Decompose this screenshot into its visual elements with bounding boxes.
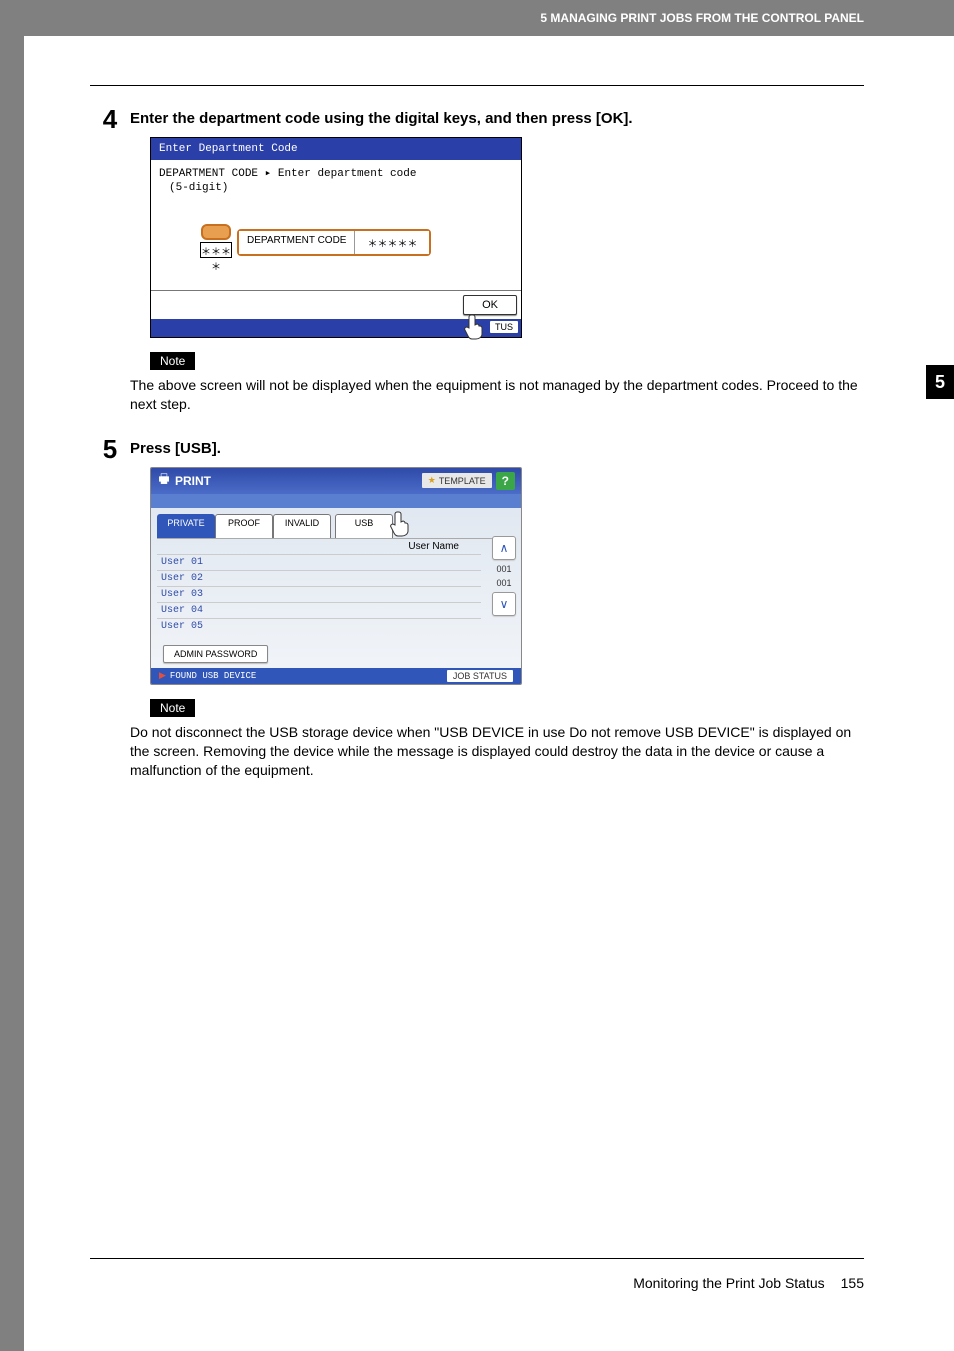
printer-icon (157, 472, 171, 489)
template-button-label: TEMPLATE (439, 476, 486, 486)
triangle-icon: ▶ (159, 670, 166, 681)
page-indicator-bot: 001 (496, 578, 511, 588)
dept-screen-line2: (5-digit) (151, 182, 521, 194)
department-code-button-value: ＊＊＊＊＊ (355, 231, 429, 254)
step-4-title: Enter the department code using the digi… (130, 110, 864, 127)
chevron-up-icon: ∧ (500, 541, 509, 555)
step-5-title: Press [USB]. (130, 440, 864, 457)
chapter-side-tab-number: 5 (935, 372, 945, 393)
note-badge: Note (150, 352, 195, 370)
note-badge: Note (150, 699, 195, 717)
print-screenshot: PRINT ★ TEMPLATE ? PRIVATE PROOF INVALID (150, 467, 522, 685)
list-item[interactable]: User 03 (157, 586, 481, 602)
star-icon: ★ (428, 475, 436, 486)
bottom-rule (90, 1258, 864, 1259)
list-item[interactable]: User 01 (157, 554, 481, 570)
step-5-number: 5 (90, 434, 130, 465)
ok-button[interactable]: OK (463, 295, 517, 315)
user-name-label: User Name (408, 541, 459, 552)
chapter-side-tab: 5 (926, 365, 954, 399)
dept-screen-line1: DEPARTMENT CODE ▸ Enter department code (151, 160, 521, 182)
user-list: User 01 User 02 User 03 User 04 User 05 (157, 554, 481, 634)
dept-screen-title: Enter Department Code (151, 138, 521, 160)
tab-private[interactable]: PRIVATE (157, 514, 215, 538)
dept-code-screenshot: Enter Department Code DEPARTMENT CODE ▸ … (150, 137, 522, 338)
job-status-button[interactable]: JOB STATUS (447, 670, 513, 682)
scroll-up-button[interactable]: ∧ (492, 536, 516, 560)
keypad-stars: ＊＊＊＊ (200, 242, 232, 258)
department-code-button-label: DEPARTMENT CODE (239, 231, 355, 254)
step-5: 5 Press [USB]. PRINT ★ TEMPLATE (90, 434, 864, 780)
running-header: 5 MANAGING PRINT JOBS FROM THE CONTROL P… (24, 0, 954, 36)
list-item[interactable]: User 04 (157, 602, 481, 618)
footer-title: Monitoring the Print Job Status (633, 1275, 824, 1291)
finger-pointer-icon (387, 510, 411, 538)
top-rule (90, 85, 864, 86)
admin-password-button[interactable]: ADMIN PASSWORD (163, 645, 268, 663)
sub-blue-bar (151, 494, 521, 508)
template-button[interactable]: ★ TEMPLATE (422, 473, 492, 488)
chevron-down-icon: ∨ (500, 597, 509, 611)
running-header-text: 5 MANAGING PRINT JOBS FROM THE CONTROL P… (540, 11, 864, 25)
help-button[interactable]: ? (496, 472, 515, 490)
step-5-note-text: Do not disconnect the USB storage device… (130, 723, 864, 780)
list-item[interactable]: User 05 (157, 618, 481, 634)
department-code-button[interactable]: DEPARTMENT CODE ＊＊＊＊＊ (237, 229, 431, 256)
keypad-icon: ＊＊＊＊ (201, 224, 231, 260)
tab-proof[interactable]: PROOF (215, 514, 273, 538)
found-usb-text: FOUND USB DEVICE (170, 671, 256, 681)
step-4: 4 Enter the department code using the di… (90, 104, 864, 414)
tab-usb[interactable]: USB (335, 514, 393, 538)
step-4-note-text: The above screen will not be displayed w… (130, 376, 864, 414)
step-4-number: 4 (90, 104, 130, 135)
left-margin-strip (0, 0, 24, 1351)
print-screen-title: PRINT (175, 474, 211, 488)
page-indicator-top: 001 (496, 564, 511, 574)
scroll-down-button[interactable]: ∨ (492, 592, 516, 616)
finger-pointer-icon (461, 313, 485, 341)
tab-invalid[interactable]: INVALID (273, 514, 331, 538)
footer-page-number: 155 (841, 1275, 864, 1291)
status-button[interactable]: TUS (490, 321, 518, 333)
footer: Monitoring the Print Job Status 155 (90, 1275, 864, 1291)
list-item[interactable]: User 02 (157, 570, 481, 586)
